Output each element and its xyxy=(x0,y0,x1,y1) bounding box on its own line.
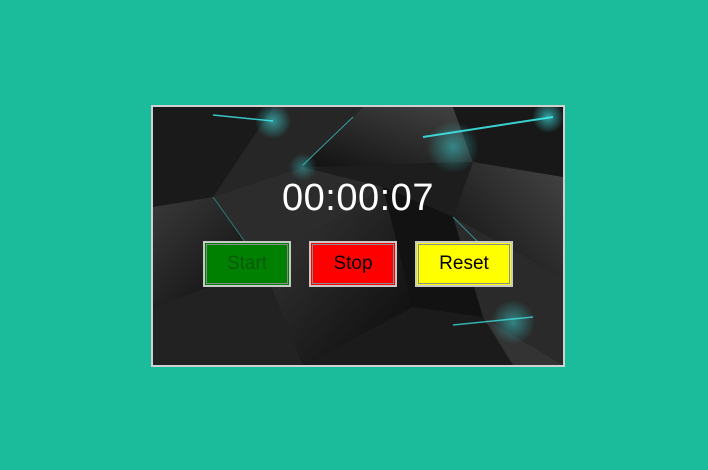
stop-button[interactable]: Stop xyxy=(309,241,397,287)
start-button-label: Start xyxy=(226,253,268,274)
start-button[interactable]: Start xyxy=(203,241,291,287)
elapsed-time-display: 00:00:07 xyxy=(282,177,434,219)
stop-button-label: Stop xyxy=(333,253,373,274)
background-image xyxy=(153,107,563,365)
reset-button[interactable]: Reset xyxy=(415,241,513,287)
reset-button-label: Reset xyxy=(439,253,489,274)
stopwatch-panel: 00:00:07 Start Stop Reset xyxy=(151,105,565,367)
